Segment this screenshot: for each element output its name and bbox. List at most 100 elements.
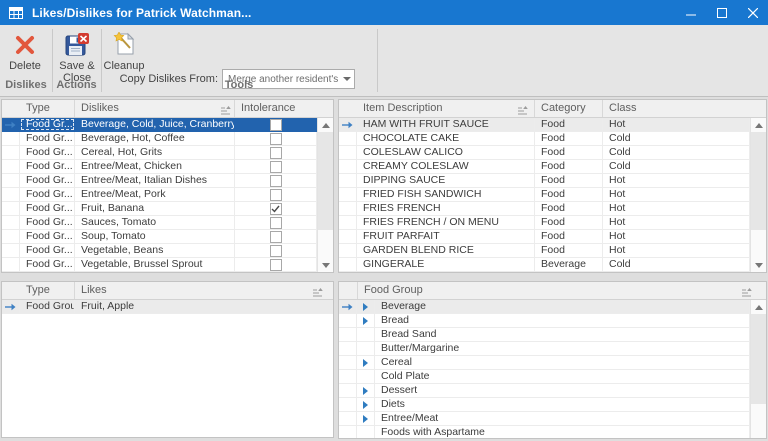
dislikes-table-row[interactable]: Food Gr...Beverage, Hot, Coffee	[2, 132, 333, 146]
intolerance-checkbox[interactable]	[270, 189, 282, 201]
dislikes-table-row[interactable]: Food Gr...Soup, Tomato	[2, 230, 333, 244]
cell-dislikes[interactable]: Beverage, Cold, Juice, Cranberry	[75, 118, 235, 131]
cell-dislikes[interactable]: Cereal, Hot, Grits	[75, 146, 235, 159]
cell-food-group[interactable]: Cold Plate	[375, 370, 750, 383]
cell-dislikes[interactable]: Vegetable, Brussel Sprout	[75, 258, 235, 271]
cell-food-group[interactable]: Butter/Margarine	[375, 342, 750, 355]
column-header-likes[interactable]: Likes	[75, 282, 333, 299]
cell-item-description[interactable]: GINGERALE	[357, 258, 535, 271]
cell-category[interactable]: Food	[535, 188, 603, 201]
items-table-row[interactable]: DIPPING SAUCEFoodHot	[339, 174, 766, 188]
column-header-type[interactable]: Type	[20, 282, 75, 299]
cell-category[interactable]: Food	[535, 132, 603, 145]
cell-food-group[interactable]: Bread Sand	[375, 328, 750, 341]
close-button[interactable]	[737, 0, 768, 25]
cell-type[interactable]: Food Gr...	[20, 160, 75, 173]
scroll-thumb[interactable]	[751, 314, 766, 404]
column-header-dislikes[interactable]: Dislikes	[75, 100, 235, 117]
items-table-row[interactable]: GINGERALEBeverageCold	[339, 258, 766, 272]
cell-category[interactable]: Food	[535, 244, 603, 257]
cell-class[interactable]: Hot	[603, 188, 750, 201]
food-group-table-row[interactable]: Cereal	[339, 356, 766, 370]
dislikes-table-row[interactable]: Food Gr...Entree/Meat, Chicken	[2, 160, 333, 174]
dislikes-table-row[interactable]: Food Gr...Cereal, Hot, Grits	[2, 146, 333, 160]
food-group-table-row[interactable]: Foods with Aspartame	[339, 426, 766, 439]
food-group-scrollbar[interactable]	[750, 300, 766, 438]
intolerance-checkbox[interactable]	[270, 231, 282, 243]
cell-dislikes[interactable]: Sauces, Tomato	[75, 216, 235, 229]
save-close-button[interactable]: Save & Close	[54, 30, 100, 84]
food-group-table-row[interactable]: Entree/Meat	[339, 412, 766, 426]
cell-class[interactable]: Hot	[603, 202, 750, 215]
intolerance-checkbox[interactable]	[270, 119, 282, 131]
delete-button[interactable]: Delete	[2, 30, 48, 72]
food-group-table-row[interactable]: Bread Sand	[339, 328, 766, 342]
food-group-table-row[interactable]: Beverage	[339, 300, 766, 314]
cell-class[interactable]: Hot	[603, 230, 750, 243]
items-table-row[interactable]: GARDEN BLEND RICEFoodHot	[339, 244, 766, 258]
column-header-type[interactable]: Type	[20, 100, 75, 117]
items-table-row[interactable]: HAM WITH FRUIT SAUCEFoodHot	[339, 118, 766, 132]
column-header-class[interactable]: Class	[603, 100, 766, 117]
cell-class[interactable]: Cold	[603, 160, 750, 173]
dislikes-table-row[interactable]: Food Gr...Beverage, Cold, Juice, Cranber…	[2, 118, 333, 132]
items-table-row[interactable]: FRIES FRENCHFoodHot	[339, 202, 766, 216]
food-group-table-row[interactable]: Bread	[339, 314, 766, 328]
intolerance-checkbox[interactable]	[270, 147, 282, 159]
cell-category[interactable]: Food	[535, 202, 603, 215]
column-header-category[interactable]: Category	[535, 100, 603, 117]
cell-type[interactable]: Food Gr...	[20, 146, 75, 159]
items-scrollbar[interactable]	[750, 118, 766, 272]
cell-category[interactable]: Food	[535, 118, 603, 131]
column-header-intolerance[interactable]: Intolerance	[235, 100, 333, 117]
cell-dislikes[interactable]: Entree/Meat, Pork	[75, 188, 235, 201]
intolerance-checkbox[interactable]	[270, 203, 282, 215]
intolerance-checkbox[interactable]	[270, 133, 282, 145]
cell-type[interactable]: Food Group	[20, 300, 75, 313]
cell-dislikes[interactable]: Entree/Meat, Italian Dishes	[75, 174, 235, 187]
items-table-row[interactable]: CHOCOLATE CAKEFoodCold	[339, 132, 766, 146]
food-group-table-row[interactable]: Dessert	[339, 384, 766, 398]
cell-item-description[interactable]: COLESLAW CALICO	[357, 146, 535, 159]
dislikes-scrollbar[interactable]	[317, 118, 333, 272]
expand-arrow-icon[interactable]	[357, 412, 375, 425]
column-header-food-group[interactable]: Food Group	[357, 282, 766, 299]
dislikes-table-row[interactable]: Food Gr...Entree/Meat, Pork	[2, 188, 333, 202]
cell-food-group[interactable]: Entree/Meat	[375, 412, 750, 425]
cell-likes[interactable]: Fruit, Apple	[75, 300, 333, 313]
scroll-up-icon[interactable]	[751, 118, 766, 132]
scroll-thumb[interactable]	[318, 132, 333, 230]
intolerance-checkbox[interactable]	[270, 259, 282, 271]
cell-category[interactable]: Food	[535, 230, 603, 243]
cell-category[interactable]: Food	[535, 146, 603, 159]
cell-dislikes[interactable]: Entree/Meat, Chicken	[75, 160, 235, 173]
cell-food-group[interactable]: Dessert	[375, 384, 750, 397]
items-table-row[interactable]: FRUIT PARFAITFoodHot	[339, 230, 766, 244]
cell-class[interactable]: Cold	[603, 132, 750, 145]
cell-dislikes[interactable]: Fruit, Banana	[75, 202, 235, 215]
intolerance-checkbox[interactable]	[270, 175, 282, 187]
cell-food-group[interactable]: Bread	[375, 314, 750, 327]
scroll-thumb[interactable]	[751, 132, 766, 230]
dislikes-table-row[interactable]: Food Gr...Vegetable, Brussel Sprout	[2, 258, 333, 272]
cell-type[interactable]: Food Gr...	[20, 188, 75, 201]
dislikes-table-row[interactable]: Food Gr...Sauces, Tomato	[2, 216, 333, 230]
dislikes-table-row[interactable]: Food Gr...Vegetable, Beans	[2, 244, 333, 258]
food-group-table-row[interactable]: Butter/Margarine	[339, 342, 766, 356]
cell-class[interactable]: Hot	[603, 174, 750, 187]
cell-category[interactable]: Food	[535, 160, 603, 173]
cell-category[interactable]: Food	[535, 174, 603, 187]
column-header-item-description[interactable]: Item Description	[357, 100, 535, 117]
scroll-down-icon[interactable]	[751, 258, 766, 272]
intolerance-checkbox[interactable]	[270, 245, 282, 257]
cell-type[interactable]: Food Gr...	[20, 244, 75, 257]
cell-item-description[interactable]: CHOCOLATE CAKE	[357, 132, 535, 145]
expand-arrow-icon[interactable]	[357, 300, 375, 313]
cell-item-description[interactable]: GARDEN BLEND RICE	[357, 244, 535, 257]
cell-food-group[interactable]: Foods with Aspartame	[375, 426, 750, 439]
cell-item-description[interactable]: HAM WITH FRUIT SAUCE	[357, 118, 535, 131]
cell-dislikes[interactable]: Soup, Tomato	[75, 230, 235, 243]
cell-type[interactable]: Food Gr...	[20, 118, 75, 131]
dislikes-table-row[interactable]: Food Gr...Entree/Meat, Italian Dishes	[2, 174, 333, 188]
cell-item-description[interactable]: FRIES FRENCH / ON MENU	[357, 216, 535, 229]
